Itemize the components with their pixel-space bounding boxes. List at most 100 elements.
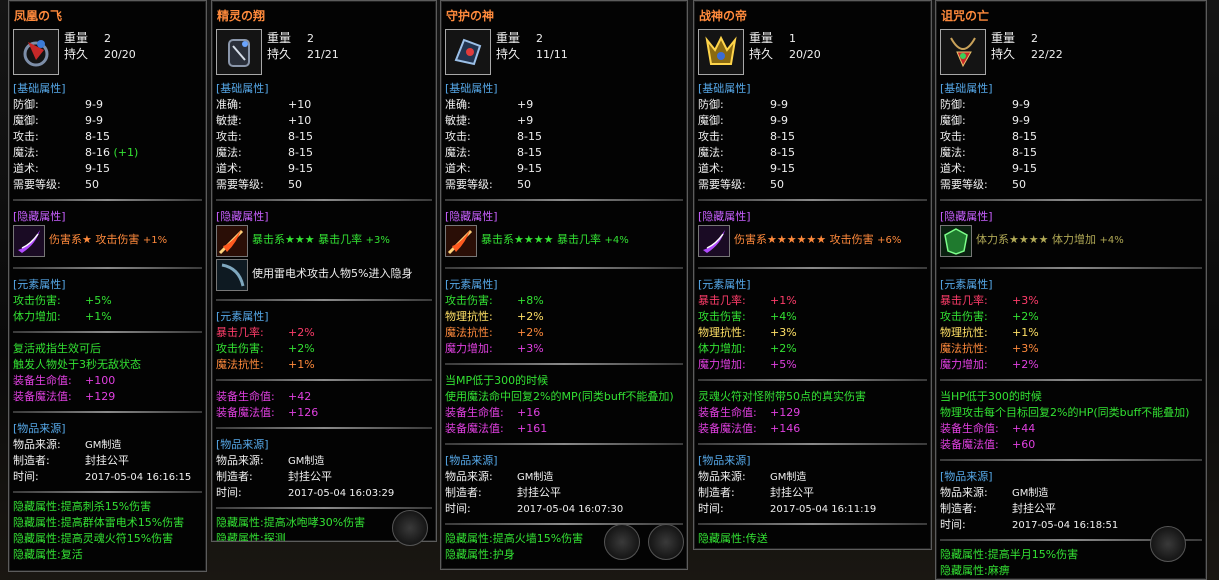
element-attr-header: [元素属性]	[698, 278, 751, 291]
source-row: 物品来源: GM制造	[216, 454, 325, 467]
special-effect-text: 物理攻击每个目标回复2%的HP(同类buff不能叠加)	[940, 406, 1190, 419]
hidden-attr-header: [隐藏属性]	[216, 210, 269, 223]
hidden-attr-header: [隐藏属性]	[445, 210, 498, 223]
weight-label: 重量	[749, 31, 774, 45]
footer-hidden-attr: 隐藏属性:提高灵魂火符15%伤害	[13, 532, 174, 545]
base-attr-header: [基础属性]	[698, 82, 751, 95]
divider	[940, 379, 1202, 381]
durability-label: 持久	[64, 47, 89, 61]
hidden-attr-line: 暴击系★★★★ 暴击几率 +4%	[481, 233, 629, 246]
element-stat-row: 魔力增加: +3%	[445, 342, 544, 355]
necklace-icon	[940, 29, 986, 75]
base-attr-header: [基础属性]	[216, 82, 269, 95]
stat-row: 准确: +10	[216, 98, 312, 111]
stat-row: 魔御: 9-9	[940, 114, 1030, 127]
divider	[13, 267, 202, 269]
special-effect-text: 触发人物处于3秒无敌状态	[13, 358, 141, 371]
item-name: 战神の帝	[699, 9, 748, 23]
gauntlet-icon	[445, 29, 491, 75]
divider	[216, 427, 432, 429]
source-header: [物品来源]	[216, 438, 269, 451]
stat-row: 魔御: 9-9	[698, 114, 788, 127]
weight-value: 2	[307, 32, 314, 45]
divider	[698, 443, 927, 445]
stat-row: 需要等级: 50	[216, 178, 302, 191]
divider	[216, 199, 432, 201]
star-rating: ★★★	[285, 233, 315, 246]
element-stat-row: 体力增加: +2%	[698, 342, 797, 355]
footer-hidden-attr: 隐藏属性:复活	[13, 548, 83, 561]
hud-ornament-icon	[392, 510, 428, 546]
source-row: 时间: 2017-05-04 16:11:19	[698, 502, 877, 515]
source-row: 制造者: 封挂公平	[445, 486, 561, 499]
element-attr-header: [元素属性]	[445, 278, 498, 291]
stat-row: 防御: 9-9	[698, 98, 788, 111]
stat-row: 攻击: 8-15	[698, 130, 795, 143]
element-stat-row: 暴击几率: +3%	[940, 294, 1039, 307]
item-tooltip-jingling: 精灵の翔 重量 2 持久 21/21 [基础属性] 准确: +10 敏捷: +10 攻击…	[211, 0, 437, 542]
base-attr-header: [基础属性]	[445, 82, 498, 95]
durability-value: 22/22	[1031, 48, 1063, 61]
element-stat-row: 魔力增加: +5%	[698, 358, 797, 371]
helmet-icon	[698, 29, 744, 75]
durability-label: 持久	[267, 47, 292, 61]
stat-row: 魔法: 8-15	[445, 146, 542, 159]
footer-hidden-attr: 隐藏属性:提高火墙15%伤害	[445, 532, 584, 545]
stat-row: 敏捷: +10	[216, 114, 312, 127]
star-rating: ★★★★	[514, 233, 554, 246]
green-shield-skill-icon	[940, 225, 972, 257]
divider	[940, 267, 1202, 269]
source-row: 时间: 2017-05-04 16:07:30	[445, 502, 624, 515]
hidden-attr-header: [隐藏属性]	[940, 210, 993, 223]
bonus-stat-row: 装备魔法值: +146	[698, 422, 801, 435]
footer-hidden-attr: 隐藏属性:提高半月15%伤害	[940, 548, 1079, 561]
item-tooltip-fenghuang: 凤凰の飞 重量 2 持久 20/20 [基础属性] 防御: 9-9 魔御: 9-9 攻击…	[8, 0, 207, 572]
weight-value: 2	[1031, 32, 1038, 45]
element-stat-row: 攻击伤害: +4%	[698, 310, 797, 323]
special-effect-text: 当HP低于300的时候	[940, 390, 1042, 403]
durability-value: 11/11	[536, 48, 568, 61]
stat-row: 需要等级: 50	[698, 178, 784, 191]
bonus-value: (+1)	[113, 146, 139, 159]
element-stat-row: 物理抗性: +2%	[445, 310, 544, 323]
hidden-attr-line: 暴击系★★★ 暴击几率 +3%	[252, 233, 390, 246]
special-effect-text: 复活戒指生效可后	[13, 342, 101, 355]
divider	[13, 331, 202, 333]
divider	[445, 443, 683, 445]
element-stat-row: 物理抗性: +1%	[940, 326, 1039, 339]
stat-row: 攻击: 8-15	[216, 130, 313, 143]
source-row: 物品来源: GM制造	[445, 470, 554, 483]
stat-row: 魔法: 8-16 (+1)	[13, 146, 139, 159]
element-attr-header: [元素属性]	[13, 278, 66, 291]
special-effect-text: 当MP低于300的时候	[445, 374, 549, 387]
durability-value: 20/20	[104, 48, 136, 61]
hidden-attr-effect: 使用雷电术攻击人物5%进入隐身	[252, 267, 413, 280]
element-stat-row: 魔法抗性: +2%	[445, 326, 544, 339]
source-row: 物品来源: GM制造	[13, 438, 122, 451]
item-tooltip-shouhu: 守护の神 重量 2 持久 11/11 [基础属性] 准确: +9 敏捷: +9 攻击: 8…	[440, 0, 688, 570]
source-row: 物品来源: GM制造	[940, 486, 1049, 499]
divider	[445, 267, 683, 269]
special-effect-text: 使用魔法命中回复2%的MP(同类buff不能叠加)	[445, 390, 674, 403]
base-attr-header: [基础属性]	[940, 82, 993, 95]
source-header: [物品来源]	[940, 470, 993, 483]
footer-hidden-attr: 隐藏属性:探测	[216, 532, 286, 542]
bonus-stat-row: 装备生命值: +44	[940, 422, 1036, 435]
divider	[216, 379, 432, 381]
source-row: 制造者: 封挂公平	[216, 470, 332, 483]
purple-slash-skill-icon	[698, 225, 730, 257]
divider	[940, 459, 1202, 461]
element-stat-row: 攻击伤害: +2%	[216, 342, 315, 355]
element-stat-row: 攻击伤害: +5%	[13, 294, 112, 307]
divider	[445, 523, 683, 525]
divider	[13, 199, 202, 201]
item-name: 精灵の翔	[217, 9, 266, 23]
source-row: 制造者: 封挂公平	[940, 502, 1056, 515]
item-tooltip-zhanshen: 战神の帝 重量 1 持久 20/20 [基础属性] 防御: 9-9 魔御: 9-9 攻击…	[693, 0, 932, 550]
hidden-attr-line: 伤害系★★★★★★ 攻击伤害 +6%	[734, 233, 902, 246]
stat-row: 魔御: 9-9	[13, 114, 103, 127]
ring-icon	[13, 29, 59, 75]
element-stat-row: 物理抗性: +3%	[698, 326, 797, 339]
divider	[940, 199, 1202, 201]
durability-value: 21/21	[307, 48, 339, 61]
